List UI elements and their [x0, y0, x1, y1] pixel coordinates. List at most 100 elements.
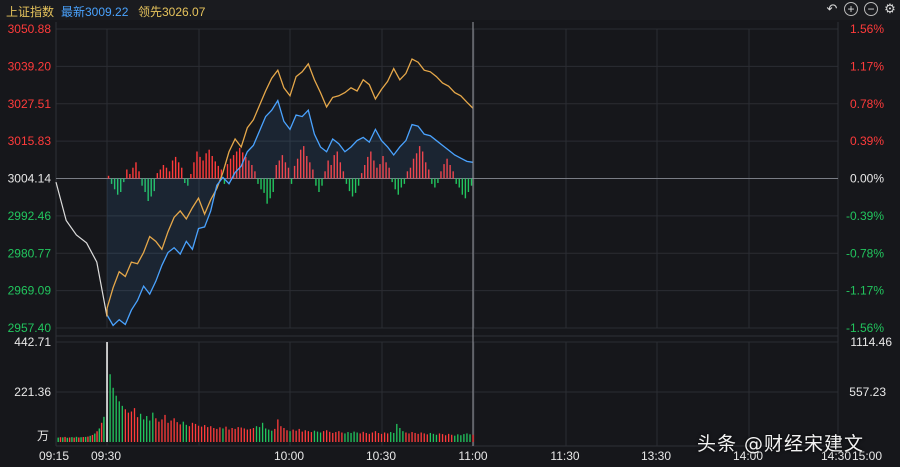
force-bar	[455, 178, 457, 184]
volume-bar	[197, 425, 200, 442]
x-tick-label: 13:30	[641, 449, 671, 463]
volume-bar	[359, 433, 361, 442]
volume-bar	[457, 434, 459, 442]
y-tick-left: 3050.88	[8, 22, 52, 36]
force-bar	[272, 178, 274, 192]
volume-bar	[374, 431, 377, 442]
volume-bar	[182, 421, 184, 442]
force-bar	[205, 153, 207, 179]
volume-tick-right: 1114.46	[850, 335, 892, 349]
volume-bar	[387, 433, 389, 442]
force-bar	[129, 174, 131, 179]
volume-bar	[158, 421, 160, 442]
volume-bar	[68, 437, 71, 442]
volume-bar	[213, 427, 215, 442]
volume-bar	[115, 395, 117, 442]
volume-bar	[466, 433, 468, 442]
volume-bar	[313, 430, 316, 442]
volume-bar	[405, 432, 407, 442]
volume-bar	[444, 435, 447, 442]
force-bar	[345, 178, 348, 184]
volume-bar	[451, 434, 453, 442]
volume-bar	[234, 428, 236, 442]
volume-bar	[432, 433, 435, 442]
force-bar	[321, 178, 323, 186]
y-tick-left: 3027.51	[8, 97, 52, 111]
volume-bar	[164, 414, 166, 442]
force-bar	[156, 173, 159, 179]
volume-bar	[393, 432, 395, 442]
volume-bar	[380, 433, 383, 442]
volume-bar	[365, 432, 367, 442]
y-tick-right: -0.78%	[846, 246, 884, 260]
force-bar	[138, 171, 140, 179]
y-tick-right: 0.39%	[850, 134, 884, 148]
volume-bar	[353, 431, 355, 442]
force-bar	[357, 178, 360, 186]
volume-bar	[274, 428, 276, 442]
volume-unit-label: 万	[37, 429, 49, 443]
volume-bar	[319, 432, 322, 442]
force-bar	[132, 167, 134, 179]
volume-bar	[191, 422, 194, 442]
force-bar	[107, 175, 110, 179]
force-bar	[318, 178, 320, 192]
volume-bar	[225, 426, 227, 442]
volume-bar	[249, 428, 252, 442]
volume-bar	[62, 437, 64, 442]
volume-bar	[139, 413, 142, 442]
intraday-chart[interactable]: 3050.88 3039.20 3027.51 3015.83 3004.14 2992.…	[0, 0, 900, 467]
volume-bar	[344, 433, 346, 442]
force-bar	[266, 178, 268, 204]
volume-bar	[371, 432, 374, 442]
auction-curve	[55, 181, 108, 317]
volume-tick-right: 557.23	[849, 385, 886, 399]
volume-bar	[383, 432, 386, 442]
volume-bar	[338, 431, 340, 442]
force-bar	[211, 156, 213, 179]
volume-bar	[112, 387, 114, 442]
force-bar	[199, 156, 201, 179]
force-bar	[181, 167, 183, 179]
volume-bar	[289, 431, 291, 442]
volume-bar	[356, 432, 358, 442]
volume-bar	[237, 427, 239, 442]
volume-bar	[207, 427, 209, 442]
volume-bar	[307, 431, 309, 442]
volume-bar	[103, 416, 105, 442]
volume-bar	[194, 423, 197, 442]
volume-bar	[460, 435, 462, 442]
volume-bar	[167, 422, 169, 442]
volume-bar	[118, 401, 120, 442]
volume-bar	[136, 417, 139, 442]
volume-bar	[71, 437, 73, 442]
volume-bar	[423, 433, 425, 442]
volume-bar	[130, 411, 133, 442]
volume-bar	[463, 434, 465, 442]
volume-bar	[170, 420, 172, 442]
volume-bar	[246, 429, 248, 442]
volume-bar	[326, 430, 328, 442]
volume-tick-left: 221.36	[14, 385, 51, 399]
volume-bar	[335, 432, 337, 442]
volume-bar	[377, 432, 380, 442]
force-bar	[458, 178, 460, 188]
volume-bar	[368, 433, 370, 442]
volume-bar	[84, 436, 87, 442]
force-bar	[159, 169, 162, 179]
volume-bar	[292, 429, 294, 442]
x-tick-label: 09:30	[91, 449, 121, 463]
y-tick-left: 2980.77	[8, 246, 52, 260]
volume-bar	[188, 426, 191, 442]
volume-bar	[82, 437, 85, 442]
volume-tick-left: 442.71	[14, 335, 51, 349]
volume-bar	[258, 427, 261, 442]
volume-bar	[402, 431, 404, 442]
force-bar	[214, 161, 216, 179]
volume-bar	[341, 432, 343, 442]
volume-bar	[161, 419, 163, 442]
force-bar	[269, 178, 271, 199]
volume-bar	[179, 424, 181, 442]
volume-bar	[408, 433, 410, 442]
volume-bar	[231, 427, 233, 442]
